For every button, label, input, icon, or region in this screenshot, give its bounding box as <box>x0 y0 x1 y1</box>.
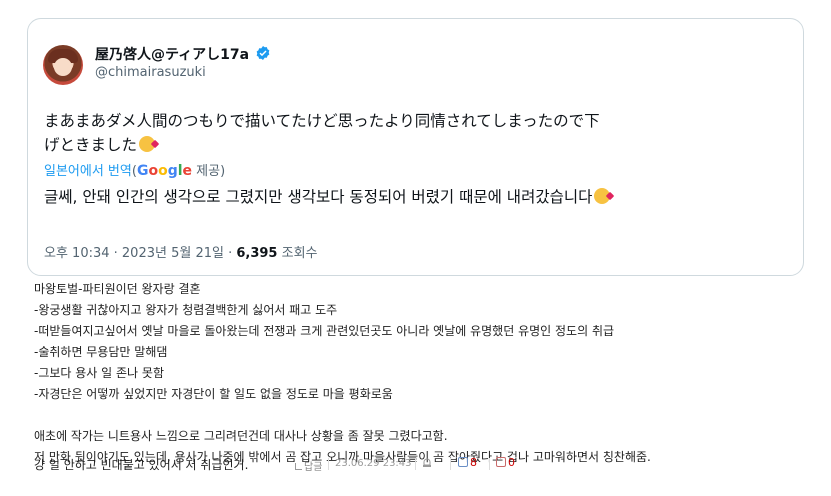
comment-line: -떠받들여지고싶어서 옛날 마을로 돌아왔는데 전쟁과 크게 관련있던곳도 아니… <box>34 324 615 338</box>
original-text: まあまあダメ人間のつもりで描いてたけど思ったより同情されてしまったので下げときま… <box>44 112 600 154</box>
tweet-card: 屋乃啓人@ティアし17a @chimairasuzuki まあまあダメ人間のつも… <box>27 18 804 276</box>
divider <box>328 458 329 470</box>
tweet-translated-text: 글쎄, 안돼 인간의 생각으로 그렸지만 생각보다 동정되어 버렸기 때문에 내… <box>44 185 614 209</box>
comment-line: 마왕토벌-파티원이던 왕자랑 결혼 <box>34 282 201 296</box>
translation-attribution: 일본어에서 번역(Google 제공) <box>44 160 225 179</box>
avatar[interactable] <box>43 45 83 85</box>
reply-arrow-icon <box>295 463 302 470</box>
kiss-face-emoji-icon <box>139 136 156 152</box>
provider-suffix: 제공) <box>192 164 226 179</box>
comment-timestamp: 23.06.29 23:43 <box>335 458 412 469</box>
tweet-time[interactable]: 오후 10:34 · 2023년 5월 21일 · <box>44 246 236 261</box>
report-button[interactable] <box>421 456 433 469</box>
downvote-button[interactable]: 0 <box>496 456 515 469</box>
reply-button[interactable]: 답글 <box>295 458 322 473</box>
kiss-face-emoji-icon-2 <box>594 188 611 204</box>
comment-line: -자경단은 어떻까 싶었지만 자경단이 할 일도 없을 정도로 마을 평화로움 <box>34 387 393 401</box>
tweet-meta: 오후 10:34 · 2023년 5월 21일 · 6,395 조회수 <box>44 242 318 261</box>
thumbs-up-icon <box>458 457 468 467</box>
translated-from-link[interactable]: 일본어에서 번역 <box>44 164 132 179</box>
downvote-count: 0 <box>508 456 515 469</box>
comment-last-line: 걍 일 안하고 빈대붙고 있어서 저 취급인거. <box>34 458 249 472</box>
comment-body: 마왕토벌-파티원이던 왕자랑 결혼 -왕궁생활 귀찮아지고 왕자가 청렴결백한게… <box>34 279 651 468</box>
comment-line: -왕궁생활 귀찮아지고 왕자가 청렴결백한게 싫어서 패고 도주 <box>34 303 338 317</box>
upvote-button[interactable]: 8 <box>458 456 477 469</box>
divider <box>450 458 451 470</box>
views-label: 조회수 <box>277 246 318 261</box>
comment-line: -술취하면 무용담만 말해댐 <box>34 345 168 359</box>
upvote-count: 8 <box>470 456 477 469</box>
siren-icon <box>423 458 431 467</box>
divider <box>415 458 416 470</box>
display-name[interactable]: 屋乃啓人@ティアし17a <box>95 44 249 64</box>
verified-badge-icon <box>256 46 270 60</box>
comment-line: -그보다 용사 일 존나 못함 <box>34 366 164 380</box>
thumbs-down-icon <box>496 457 506 467</box>
avatar-face <box>54 58 72 76</box>
reply-label: 답글 <box>304 462 323 473</box>
views-count: 6,395 <box>236 246 278 261</box>
tweet-original-text: まあまあダメ人間のつもりで描いてたけど思ったより同情されてしまったので下げときま… <box>44 109 614 157</box>
divider <box>489 458 490 470</box>
translated-text: 글쎄, 안돼 인간의 생각으로 그렸지만 생각보다 동정되어 버렸기 때문에 내… <box>44 188 593 206</box>
comment-line: 애초에 작가는 니트용사 느낌으로 그리려던건데 대사나 상황을 좀 잘못 그렸… <box>34 429 448 443</box>
user-handle[interactable]: @chimairasuzuki <box>95 65 206 80</box>
google-logo: Google <box>136 163 193 179</box>
